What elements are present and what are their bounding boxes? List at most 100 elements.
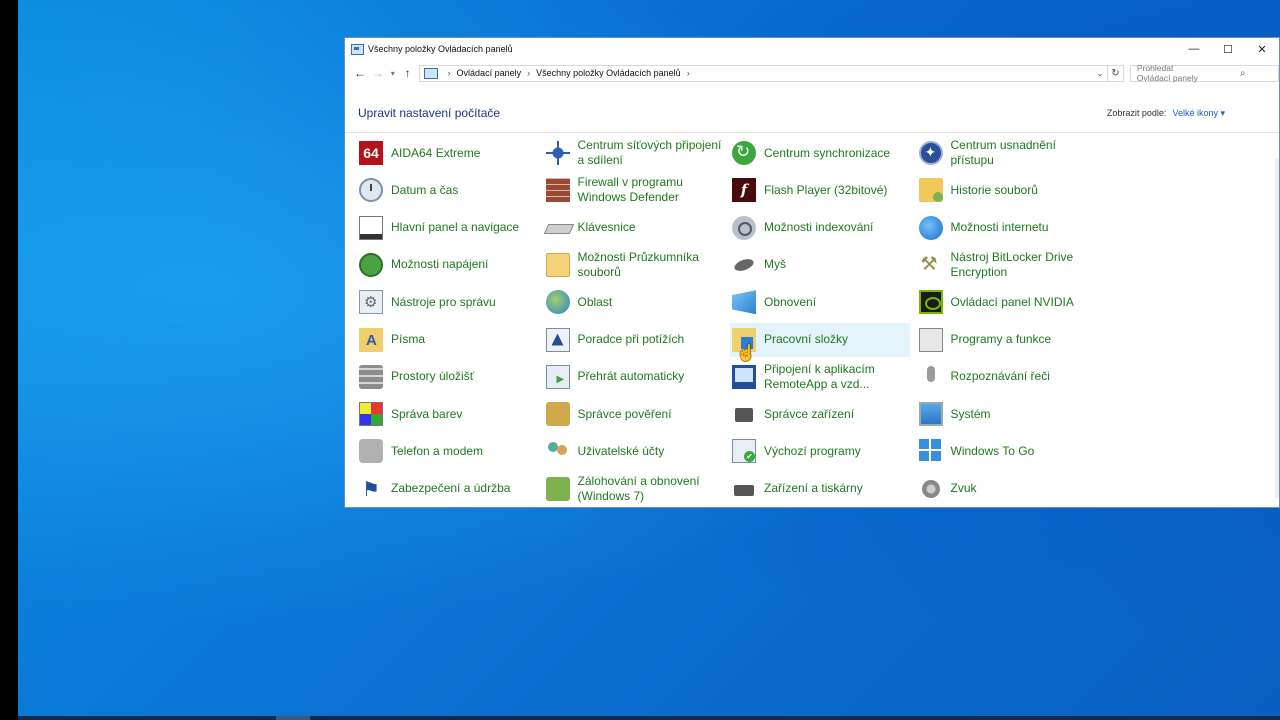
control-panel-item-label: Obnovení [764,294,817,309]
search-input[interactable]: Prohledat Ovládací panely ⌕ [1129,63,1279,83]
control-panel-item[interactable]: Obnovení [730,285,910,319]
sound-icon [919,477,943,501]
back-arrow-icon[interactable]: ← [351,63,369,83]
content-header: Upravit nastavení počítače Zobrazit podl… [345,94,1279,133]
control-panel-item-label: Systém [950,406,991,421]
control-panel-item-label: Zvuk [950,481,977,496]
control-panel-item-label: Zálohování a obnovení (Windows 7) [577,473,700,503]
view-by-dropdown[interactable]: Velké ikony [1172,108,1225,119]
close-button[interactable]: ✕ [1245,38,1279,60]
control-panel-item[interactable]: 64 AIDA64 Extreme [357,136,537,170]
control-panel-item[interactable]: Uživatelské účty [544,434,724,468]
forward-arrow-icon[interactable]: → [369,63,387,83]
control-panel-item[interactable]: Centrum usnadnění přístupu [917,136,1097,170]
up-arrow-icon[interactable]: ↑ [399,63,417,83]
control-panel-item[interactable]: Datum a čas [357,173,537,207]
control-panel-item[interactable]: Hlavní panel a navigace [357,211,537,245]
breadcrumb-all-items[interactable]: Všechny položky Ovládacích panelů [536,68,681,78]
aida64-icon: 64 [359,141,383,165]
user-accounts-icon [546,439,570,463]
control-panel-item-label: Výchozí programy [764,443,861,458]
control-panel-item[interactable]: Písma [357,323,537,357]
control-panel-item-label: Prostory úložišť [391,369,475,384]
search-icon[interactable]: ⌕ [1207,68,1278,79]
control-panel-item[interactable]: Zabezpečení a údržba [357,472,537,506]
control-panel-item[interactable]: Zařízení a tiskárny [730,472,910,506]
color-management-icon [359,402,383,427]
control-panel-item-label: Možnosti internetu [950,220,1049,235]
control-panel-item-label: Správce pověření [577,406,672,421]
fonts-icon [359,327,383,352]
window-title: Všechny položky Ovládacích panelů [368,44,513,54]
control-panel-item-label: Hlavní panel a navigace [391,220,520,235]
control-panel-item-label: Oblast [577,294,613,309]
control-panel-item[interactable]: Připojení k aplikacím RemoteApp a vzd... [730,360,910,394]
speech-icon [919,365,943,389]
power-icon [359,252,383,277]
control-panel-item-label: Flash Player (32bitové) [764,182,888,197]
title-bar[interactable]: Všechny položky Ovládacích panelů — ☐ ✕ [345,38,1279,60]
network-center-icon [545,141,570,165]
maximize-button[interactable]: ☐ [1211,38,1245,60]
control-panel-item[interactable]: Centrum synchronizace [730,136,910,170]
control-panel-item-label: Klávesnice [577,220,636,235]
control-panel-item[interactable]: Zálohování a obnovení (Windows 7) [544,472,724,506]
control-panel-item-label: Nástroj BitLocker Drive Encryption [950,249,1074,279]
taskbar-active-button[interactable] [276,716,310,720]
control-panel-item[interactable]: Možnosti internetu [917,211,1097,245]
file-history-icon [918,178,943,203]
recent-locations-chevron-icon[interactable]: ▾ [387,63,399,83]
storage-spaces-icon [359,364,383,389]
mouse-icon [732,253,756,277]
control-panel-item[interactable]: Historie souborů [917,173,1097,207]
control-panel-item-label: Firewall v programu Windows Defender [577,175,683,205]
search-placeholder: Prohledat Ovládací panely [1136,63,1198,83]
control-panel-item[interactable]: Možnosti indexování [730,211,910,245]
control-panel-item-label: Windows To Go [950,443,1035,458]
control-panel-item[interactable]: Prostory úložišť [357,360,537,394]
control-panel-item[interactable]: Rozpoznávání řeči [917,360,1097,394]
internet-options-icon [918,215,943,240]
control-panel-item[interactable]: Ovládací panel NVIDIA [917,285,1097,319]
control-panel-item[interactable]: Nástroje pro správu [357,285,537,319]
control-panel-item[interactable]: Pracovní složky [730,322,910,357]
control-panel-item[interactable]: Centrum síťových připojení a sdílení [544,136,724,170]
control-panel-item[interactable]: Telefon a modem [357,434,537,468]
control-panel-item[interactable]: Myš [730,248,910,282]
control-panel-item[interactable]: Systém [917,397,1097,431]
address-bar[interactable]: › Ovládací panely › Všechny položky Ovlá… [418,64,1109,82]
default-programs-icon [732,439,756,464]
control-panel-item[interactable]: Zvuk [917,472,1097,506]
breadcrumb-separator-icon[interactable]: › [448,68,451,78]
credential-manager-icon [545,402,570,427]
control-panel-item[interactable]: Přehrát automaticky [544,360,724,394]
minimize-button[interactable]: — [1177,38,1211,60]
control-panel-item[interactable]: Možnosti Průzkumníka souborů [544,248,724,282]
control-panel-item[interactable]: Správa barev [357,397,537,431]
control-panel-item[interactable]: Programy a funkce [917,323,1097,357]
control-panel-item[interactable]: Firewall v programu Windows Defender [544,173,724,207]
control-panel-item[interactable]: f Flash Player (32bitové) [730,173,910,207]
vertical-scrollbar[interactable] [1275,158,1279,498]
refresh-icon[interactable]: ↻ [1108,64,1124,82]
nvidia-icon [918,290,943,315]
control-panel-small-icon [423,67,438,79]
control-panel-item[interactable]: Možnosti napájení [357,248,537,282]
control-panel-item[interactable]: Poradce při potížích [544,323,724,357]
control-panel-item[interactable]: Klávesnice [544,211,724,245]
address-dropdown-icon[interactable]: ⌄ [1093,69,1107,78]
recovery-icon [732,290,756,315]
view-by-label: Zobrazit podle: [1106,108,1167,118]
control-panel-item[interactable]: Správce zařízení [730,397,910,431]
control-panel-item[interactable]: Windows To Go [917,434,1097,468]
control-panel-item-label: Správa barev [391,406,463,421]
admin-tools-icon [359,290,383,315]
breadcrumb-control-panel[interactable]: Ovládací panely [457,68,522,78]
control-panel-item-label: Správce zařízení [764,406,855,421]
control-panel-item[interactable]: Výchozí programy [730,434,910,468]
breadcrumb-separator-icon[interactable]: › [687,68,690,78]
control-panel-item[interactable]: Oblast [544,285,724,319]
breadcrumb-separator-icon[interactable]: › [527,68,530,78]
control-panel-item[interactable]: Správce pověření [544,397,724,431]
control-panel-item[interactable]: Nástroj BitLocker Drive Encryption [917,248,1097,282]
